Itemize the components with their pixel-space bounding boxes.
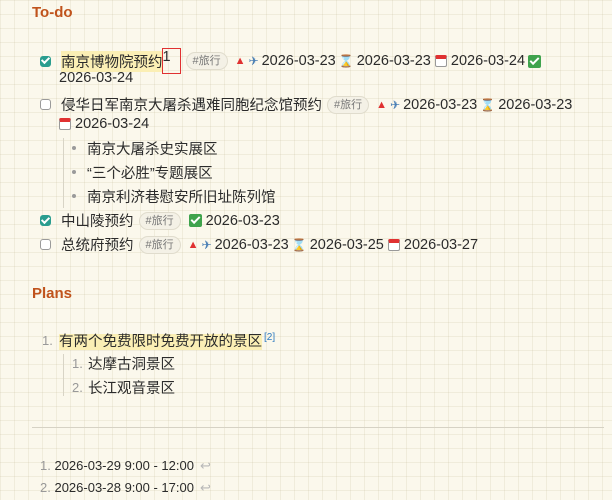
indent-guide bbox=[63, 138, 64, 208]
task-checkbox-checked[interactable] bbox=[40, 55, 51, 67]
footnote-number: 1. bbox=[40, 458, 51, 473]
airplane-departure-icon: ✈ bbox=[201, 237, 212, 252]
hourglass-icon: ⌛ bbox=[480, 97, 496, 112]
tag-travel[interactable]: #旅行 bbox=[138, 211, 181, 230]
start-date: 2026-03-23 bbox=[261, 53, 336, 69]
plan-item-text: 有两个免费限时免费开放的景区 bbox=[59, 334, 262, 350]
bullet-icon bbox=[72, 194, 76, 198]
task-item: 中山陵预约 #旅行 2026-03-23 bbox=[40, 210, 280, 231]
check-mark-icon bbox=[528, 54, 542, 68]
calendar-icon bbox=[59, 118, 71, 130]
tag-travel[interactable]: #旅行 bbox=[327, 95, 370, 114]
scheduled-date: 2026-03-23 bbox=[356, 53, 431, 69]
start-date: 2026-03-23 bbox=[403, 96, 478, 113]
indent-guide bbox=[63, 354, 64, 396]
plan-subitem: 长江观音景区 bbox=[88, 381, 175, 397]
list-item: 南京大屠杀史实展区 bbox=[87, 142, 218, 158]
done-date: 2026-03-24 bbox=[59, 70, 134, 86]
red-triangle-icon: ▲ bbox=[234, 55, 246, 67]
plans-heading: Plans bbox=[32, 285, 73, 302]
list-number: 2. bbox=[72, 380, 83, 395]
due-date: 2026-03-27 bbox=[403, 236, 479, 253]
hourglass-icon: ⌛ bbox=[291, 237, 307, 252]
task-title[interactable]: 总统府预约 bbox=[61, 234, 134, 255]
list-number: 1. bbox=[42, 333, 53, 348]
scheduled-date: 2026-03-25 bbox=[309, 236, 384, 253]
task-checkbox[interactable] bbox=[40, 239, 51, 250]
return-arrow-icon[interactable]: ↩ bbox=[200, 480, 211, 495]
red-triangle-icon: ▲ bbox=[376, 98, 388, 111]
footnote-number: 2. bbox=[40, 480, 51, 495]
footnote-ref-link[interactable]: [2] bbox=[264, 332, 275, 343]
task-item: 侵华日军南京大屠杀遇难同胞纪念馆预约 #旅行 ▲ ✈ 2026-03-23 ⌛ … bbox=[40, 94, 572, 115]
list-number: 1. bbox=[72, 356, 83, 371]
calendar-icon bbox=[387, 238, 400, 251]
task-item: 总统府预约 #旅行 ▲ ✈ 2026-03-23 ⌛ 2026-03-25 20… bbox=[40, 234, 478, 255]
start-date: 2026-03-23 bbox=[214, 236, 289, 253]
footnote-item: 2. 2026-03-28 9:00 - 17:00 ↩ bbox=[40, 480, 211, 496]
due-date: 2026-03-24 bbox=[75, 116, 150, 132]
todo-heading: To-do bbox=[32, 4, 73, 21]
task-title[interactable]: 中山陵预约 bbox=[61, 210, 134, 231]
calendar-icon bbox=[434, 55, 447, 67]
due-date: 2026-03-24 bbox=[450, 53, 526, 69]
scheduled-date: 2026-03-23 bbox=[498, 96, 573, 113]
red-triangle-icon: ▲ bbox=[187, 238, 199, 251]
tag-travel[interactable]: #旅行 bbox=[138, 235, 181, 254]
airplane-departure-icon: ✈ bbox=[248, 54, 259, 68]
footnote-item: 1. 2026-03-29 9:00 - 12:00 ↩ bbox=[40, 458, 211, 474]
check-mark-icon bbox=[188, 214, 202, 227]
due-line: 2026-03-24 bbox=[59, 116, 149, 132]
list-item: 南京利济巷慰安所旧址陈列馆 bbox=[87, 190, 276, 206]
done-date: 2026-03-23 bbox=[205, 212, 280, 229]
task-title[interactable]: 侵华日军南京大屠杀遇难同胞纪念馆预约 bbox=[61, 94, 322, 115]
tag-travel[interactable]: #旅行 bbox=[185, 52, 228, 70]
task-title[interactable]: 南京博物院预约 bbox=[61, 50, 163, 72]
hourglass-icon: ⌛ bbox=[338, 54, 354, 68]
cursor-text: 1 bbox=[162, 49, 171, 65]
footnote-text: 2026-03-28 9:00 - 17:00 bbox=[54, 480, 194, 495]
footnote-text: 2026-03-29 9:00 - 12:00 bbox=[54, 458, 194, 473]
bullet-icon bbox=[72, 170, 76, 174]
text-cursor-box[interactable]: 1 bbox=[161, 48, 181, 74]
footnote-divider bbox=[32, 427, 604, 428]
airplane-departure-icon: ✈ bbox=[390, 97, 401, 112]
list-item: “三个必胜”专题展区 bbox=[87, 166, 213, 182]
return-arrow-icon[interactable]: ↩ bbox=[200, 458, 211, 473]
plan-subitem: 达摩古洞景区 bbox=[88, 357, 175, 373]
task-checkbox[interactable] bbox=[40, 99, 51, 110]
plan-item: 有两个免费限时免费开放的景区 [2] bbox=[59, 330, 275, 351]
bullet-icon bbox=[72, 146, 76, 150]
task-checkbox-checked[interactable] bbox=[40, 215, 51, 226]
